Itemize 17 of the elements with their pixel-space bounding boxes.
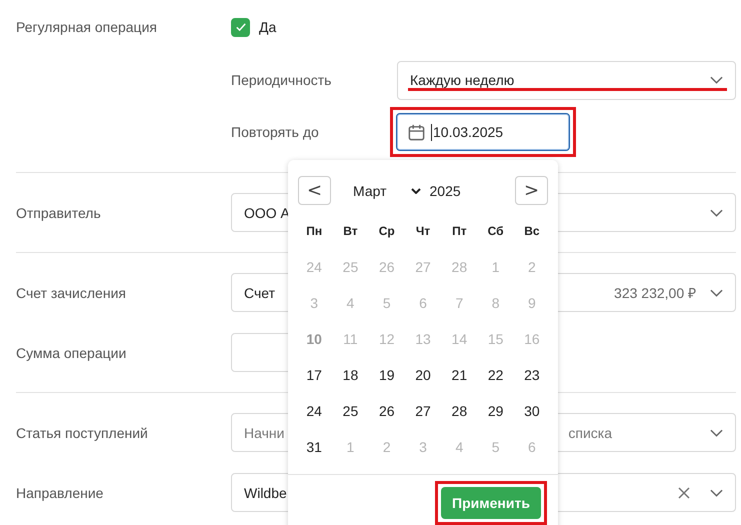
- field-label: Направление: [16, 484, 104, 500]
- field-label: Счет зачисления: [16, 284, 127, 300]
- field-label: Сумма операции: [16, 344, 128, 360]
- field-label: Статья поступлений: [16, 424, 149, 440]
- weekday-label: Вт: [342, 223, 359, 240]
- weekday-label: Ср: [378, 223, 396, 240]
- weekday-label: Пн: [305, 223, 324, 240]
- account-balance: 323 232,00 ₽: [614, 284, 696, 302]
- weekday-label: Вс: [523, 223, 541, 240]
- field-label: Периодичность: [231, 72, 332, 88]
- checkbox-label: Да: [259, 19, 276, 35]
- field-label: Повторять до: [231, 124, 320, 140]
- weekday-label: Чт: [414, 223, 432, 240]
- weekday-label: Сб: [486, 223, 505, 240]
- field-label: Регулярная операция: [16, 19, 158, 35]
- weekday-label: Пт: [451, 223, 468, 240]
- field-label: Отправитель: [16, 204, 102, 220]
